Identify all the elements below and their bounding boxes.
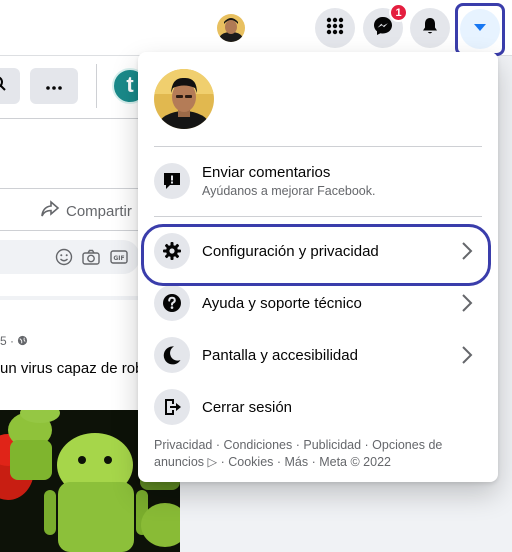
globe-icon	[17, 334, 28, 348]
menu-item-logout[interactable]: Cerrar sesión	[154, 383, 484, 431]
top-navigation-bar: 1	[0, 0, 512, 56]
menu-item-help-support[interactable]: Ayuda y soporte técnico	[154, 279, 484, 327]
highlight-outline-account-button	[455, 3, 505, 56]
svg-text:GIF: GIF	[113, 255, 124, 262]
notification-badge: 1	[389, 3, 408, 22]
menu-item-label: Pantalla y accesibilidad	[202, 346, 358, 364]
menu-item-label: Cerrar sesión	[202, 398, 293, 416]
footer-links[interactable]: Privacidad · Condiciones · Publicidad · …	[154, 437, 484, 471]
post-meta-text: 5 ·	[0, 334, 15, 348]
footer-line: anuncios ▷ · Cookies · Más · Meta © 2022	[154, 455, 391, 469]
chevron-right-icon	[456, 344, 478, 366]
logo-letter: t	[126, 72, 134, 97]
help-icon	[154, 285, 190, 321]
profile-picture[interactable]	[154, 69, 214, 129]
emoji-icon[interactable]	[54, 247, 74, 267]
avatar[interactable]	[217, 14, 245, 42]
feedback-icon	[154, 163, 190, 199]
post-text: un virus capaz de rob	[0, 360, 144, 377]
more-options-button[interactable]	[30, 68, 78, 104]
share-label: Compartir	[66, 202, 132, 220]
background-area	[180, 480, 512, 552]
menu-item-feedback[interactable]: Enviar comentarios Ayúdanos a mejorar Fa…	[154, 156, 484, 206]
post-timestamp[interactable]: 5 ·	[0, 334, 28, 348]
divider	[154, 146, 482, 147]
divider	[0, 118, 140, 119]
search-button[interactable]	[0, 68, 20, 104]
more-icon	[46, 77, 62, 95]
menu-grid-button[interactable]	[315, 8, 355, 48]
menu-item-label: Ayuda y soporte técnico	[202, 294, 362, 312]
highlight-outline-settings	[141, 224, 491, 286]
gif-icon[interactable]: GIF	[109, 247, 129, 267]
footer-line: Privacidad · Condiciones · Publicidad · …	[154, 438, 443, 452]
divider	[154, 216, 482, 217]
divider	[96, 64, 97, 108]
search-icon	[0, 75, 9, 98]
notifications-button[interactable]	[410, 8, 450, 48]
divider	[0, 188, 140, 189]
bell-icon	[420, 16, 440, 41]
divider	[0, 230, 140, 231]
camera-icon[interactable]	[81, 247, 101, 267]
menu-item-display-accessibility[interactable]: Pantalla y accesibilidad	[154, 331, 484, 379]
grid-menu-icon	[325, 16, 345, 41]
menu-item-label: Enviar comentarios	[202, 164, 331, 181]
logout-icon	[154, 389, 190, 425]
moon-icon	[154, 337, 190, 373]
share-button[interactable]: Compartir	[40, 200, 132, 222]
share-icon	[40, 200, 60, 222]
menu-item-sublabel: Ayúdanos a mejorar Facebook.	[202, 184, 376, 198]
chevron-right-icon	[456, 292, 478, 314]
